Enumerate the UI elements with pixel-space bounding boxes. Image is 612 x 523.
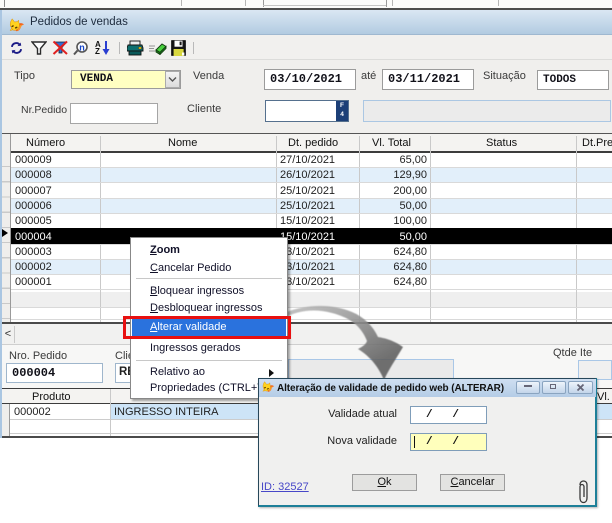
- svg-text:n: n: [79, 42, 85, 52]
